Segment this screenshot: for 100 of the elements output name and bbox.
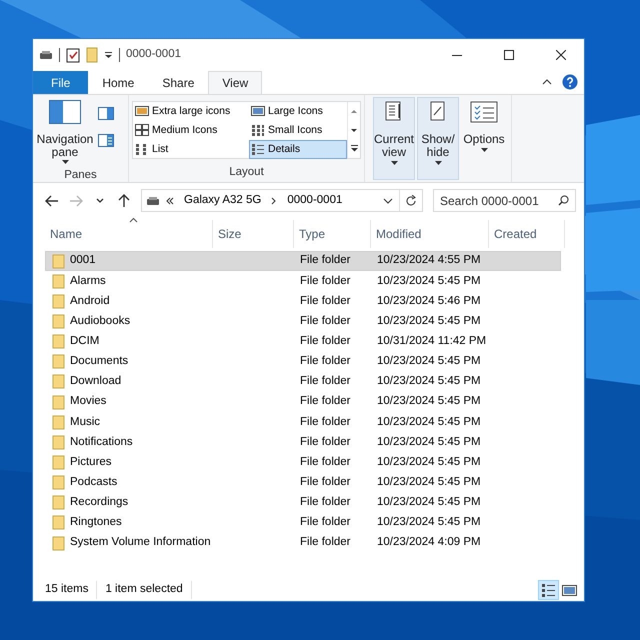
folder-icon	[52, 414, 65, 430]
file-name: Podcasts	[70, 474, 118, 490]
file-name: DCIM	[70, 334, 100, 349]
file-name: Music	[70, 414, 100, 430]
file-row[interactable]: Download File folder 10/23/2024 5:45 PM	[45, 372, 561, 392]
column-header[interactable]: Created	[489, 220, 565, 248]
file-type: File folder	[300, 335, 350, 347]
breadcrumb-segment[interactable]: Galaxy A32 5G	[180, 192, 266, 210]
file-name: Alarms	[70, 274, 106, 289]
layout-option[interactable]: Details	[249, 140, 347, 159]
file-row[interactable]: Movies File folder 10/23/2024 5:45 PM	[45, 392, 561, 412]
maximize-icon	[504, 50, 514, 60]
scroll-up-icon[interactable]	[350, 108, 358, 115]
drive-icon	[146, 196, 160, 206]
file-row[interactable]: Recordings File folder 10/23/2024 5:45 PM	[45, 492, 561, 513]
modified-date: 10/23/2024 5:45 PM	[377, 456, 481, 468]
file-type: File folder	[300, 355, 350, 368]
file-row[interactable]: Music File folder 10/23/2024 5:45 PM	[45, 412, 561, 432]
folder-icon	[52, 334, 65, 350]
group-label: Layout	[228, 165, 265, 180]
file-row[interactable]: DCIM File folder 10/31/2024 11:42 PM	[45, 332, 561, 352]
file-type: File folder	[300, 536, 350, 548]
layout-option[interactable]: List	[133, 140, 249, 159]
caret-icon	[390, 161, 398, 165]
file-menu-button[interactable]: File	[33, 71, 88, 94]
breadcrumb-segment[interactable]: 0000-0001	[283, 192, 346, 210]
folder-icon	[52, 515, 65, 530]
layout-option[interactable]: Extra large icons	[133, 102, 249, 121]
file-row[interactable]: Android File folder 10/23/2024 5:46 PM	[45, 291, 561, 312]
preview-pane-icon[interactable]	[98, 107, 114, 120]
modified-date: 10/23/2024 5:45 PM	[377, 274, 481, 287]
file-row[interactable]: Ringtones File folder 10/23/2024 5:45 PM	[45, 512, 561, 533]
ribbon-command-button[interactable]: Show/ hide	[417, 97, 459, 180]
selection-count: 1 item selected	[97, 581, 192, 599]
file-type: File folder	[300, 456, 350, 468]
ribbon-tab[interactable]: View	[208, 71, 262, 94]
file-row[interactable]: Notifications File folder 10/23/2024 5:45 PM	[45, 432, 561, 452]
file-type: File folder	[300, 476, 350, 488]
folder-icon	[52, 394, 65, 410]
column-header[interactable]: Size	[213, 220, 294, 248]
folder-icon	[52, 274, 65, 289]
modified-date: 10/23/2024 5:45 PM	[377, 355, 481, 368]
dropdown-icon	[383, 198, 393, 204]
column-header[interactable]: Name	[45, 220, 213, 248]
modified-date: 10/23/2024 5:45 PM	[377, 496, 481, 508]
ribbon-command-button[interactable]: Options	[461, 97, 507, 180]
file-row[interactable]: System Volume Information File folder 10/23/2024 4:09 PM	[45, 532, 561, 554]
ribbon-command-button[interactable]: Current view	[373, 97, 415, 180]
file-type: File folder	[300, 395, 350, 408]
search-box[interactable]: Search 0000-0001	[433, 189, 576, 212]
folder-icon	[52, 495, 65, 510]
scroll-down-icon[interactable]	[350, 126, 358, 134]
layout-option[interactable]: Small Icons	[249, 121, 347, 140]
address-bar[interactable]: Galaxy A32 5G 0000-0001	[141, 189, 423, 212]
file-type: File folder	[300, 416, 350, 428]
file-row[interactable]: Audiobooks File folder 10/23/2024 5:45 PM	[45, 311, 561, 332]
folder-icon	[52, 374, 65, 390]
file-row[interactable]: Podcasts File folder 10/23/2024 5:45 PM	[45, 472, 561, 493]
item-count: 15 items	[45, 581, 98, 599]
details-view-button[interactable]	[538, 580, 559, 600]
file-name: Recordings	[70, 495, 128, 510]
file-row[interactable]: 0001 File folder 10/23/2024 4:55 PM	[45, 251, 561, 272]
navigation-pane-button[interactable]: Navigation pane	[36, 97, 94, 167]
modified-date: 10/23/2024 4:09 PM	[377, 536, 481, 548]
modified-date: 10/31/2024 11:42 PM	[377, 335, 486, 347]
help-icon[interactable]	[562, 74, 578, 90]
ribbon-tab[interactable]: Home	[88, 71, 148, 94]
file-type: File folder	[300, 314, 350, 327]
picture-view-icon	[135, 105, 149, 118]
folder-icon	[52, 475, 65, 490]
file-type: File folder	[300, 375, 350, 388]
file-row[interactable]: Documents File folder 10/23/2024 5:45 PM	[45, 352, 561, 372]
picture-view-icon	[251, 105, 265, 118]
folder-icon	[52, 354, 65, 370]
folder-icon	[52, 454, 65, 470]
folder-icon	[52, 314, 65, 329]
list-view-icon	[135, 143, 149, 156]
file-type: File folder	[300, 294, 350, 307]
column-header[interactable]: Modified	[371, 220, 489, 248]
caret-icon	[434, 161, 442, 165]
modified-date: 10/23/2024 5:45 PM	[377, 516, 481, 528]
drive-icon	[39, 50, 53, 60]
file-name: 0001	[70, 253, 96, 268]
customize-caret-icon[interactable]	[104, 51, 113, 59]
expand-gallery-icon[interactable]	[350, 145, 358, 152]
properties-icon[interactable]	[66, 47, 80, 63]
file-row[interactable]: Alarms File folder 10/23/2024 5:45 PM	[45, 271, 561, 292]
chevron-down-icon	[96, 198, 104, 203]
details-view-icon	[251, 143, 265, 156]
layout-option[interactable]: Medium Icons	[133, 121, 249, 140]
folder-icon	[52, 536, 65, 551]
collapse-ribbon-icon[interactable]	[542, 79, 552, 85]
folder-icon	[52, 254, 65, 269]
column-header[interactable]: Type	[294, 220, 371, 248]
ribbon-tab[interactable]: Share	[148, 71, 208, 94]
modified-date: 10/23/2024 5:45 PM	[377, 476, 481, 488]
layout-option[interactable]: Large Icons	[249, 102, 347, 121]
file-row[interactable]: Pictures File folder 10/23/2024 5:45 PM	[45, 452, 561, 473]
file-type: File folder	[300, 274, 350, 287]
details-pane-icon[interactable]	[98, 134, 114, 147]
